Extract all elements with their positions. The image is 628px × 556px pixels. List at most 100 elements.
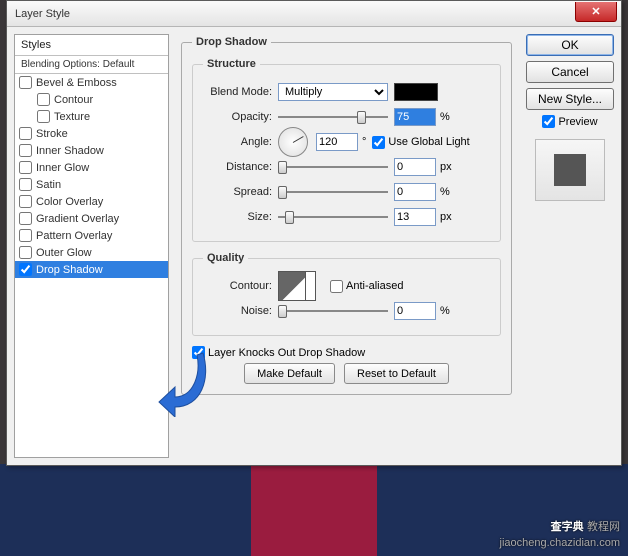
- size-label: Size:: [203, 211, 278, 223]
- reset-default-button[interactable]: Reset to Default: [344, 363, 449, 384]
- preview-thumbnail: [535, 139, 605, 201]
- quality-group: Quality Contour: Anti-aliased Noise:: [192, 252, 501, 336]
- anti-aliased-checkbox[interactable]: [330, 280, 343, 293]
- sidebar-item-checkbox[interactable]: [37, 110, 50, 123]
- blend-mode-row: Blend Mode: Multiply: [203, 81, 490, 103]
- angle-dial[interactable]: [278, 127, 308, 157]
- distance-input[interactable]: [394, 158, 436, 176]
- global-light-check[interactable]: Use Global Light: [372, 136, 469, 149]
- cancel-button[interactable]: Cancel: [526, 61, 614, 83]
- sidebar-item-label: Inner Shadow: [36, 145, 104, 157]
- close-button[interactable]: ✕: [575, 2, 617, 22]
- sidebar-item-label: Contour: [54, 94, 93, 106]
- sidebar-item-checkbox[interactable]: [19, 76, 32, 89]
- distance-slider[interactable]: [278, 159, 388, 175]
- size-input[interactable]: [394, 208, 436, 226]
- blend-mode-select[interactable]: Multiply: [278, 83, 388, 101]
- opacity-unit: %: [440, 111, 450, 123]
- knockout-label: Layer Knocks Out Drop Shadow: [208, 347, 365, 359]
- opacity-label: Opacity:: [203, 111, 278, 123]
- anti-aliased-check[interactable]: Anti-aliased: [330, 280, 403, 293]
- sidebar-item-label: Pattern Overlay: [36, 230, 112, 242]
- sidebar-item-label: Stroke: [36, 128, 68, 140]
- spread-label: Spread:: [203, 186, 278, 198]
- global-light-label: Use Global Light: [388, 136, 469, 148]
- sidebar-item-checkbox[interactable]: [19, 178, 32, 191]
- opacity-input[interactable]: [394, 108, 436, 126]
- sidebar-item-label: Inner Glow: [36, 162, 89, 174]
- sidebar-item-drop-shadow[interactable]: Drop Shadow: [15, 261, 168, 278]
- sidebar-item-checkbox[interactable]: [37, 93, 50, 106]
- knockout-checkbox[interactable]: [192, 346, 205, 359]
- sidebar-item-pattern-overlay[interactable]: Pattern Overlay: [15, 227, 168, 244]
- contour-picker[interactable]: [278, 271, 316, 301]
- sidebar-item-label: Satin: [36, 179, 61, 191]
- ok-button[interactable]: OK: [526, 34, 614, 56]
- spread-slider[interactable]: [278, 184, 388, 200]
- sidebar-header[interactable]: Styles: [15, 35, 168, 56]
- new-style-button[interactable]: New Style...: [526, 88, 614, 110]
- layer-style-dialog: Layer Style ✕ Styles Blending Options: D…: [6, 0, 622, 466]
- sidebar-item-stroke[interactable]: Stroke: [15, 125, 168, 142]
- preview-check[interactable]: Preview: [542, 115, 597, 128]
- sidebar-item-checkbox[interactable]: [19, 195, 32, 208]
- sidebar-item-inner-glow[interactable]: Inner Glow: [15, 159, 168, 176]
- sidebar-item-label: Color Overlay: [36, 196, 103, 208]
- sidebar-item-outer-glow[interactable]: Outer Glow: [15, 244, 168, 261]
- noise-unit: %: [440, 305, 450, 317]
- structure-legend: Structure: [203, 58, 260, 70]
- spread-unit: %: [440, 186, 450, 198]
- sidebar-item-label: Texture: [54, 111, 90, 123]
- settings-panel: Drop Shadow Structure Blend Mode: Multip…: [169, 34, 518, 458]
- global-light-checkbox[interactable]: [372, 136, 385, 149]
- make-default-button[interactable]: Make Default: [244, 363, 335, 384]
- sidebar-item-color-overlay[interactable]: Color Overlay: [15, 193, 168, 210]
- title-bar[interactable]: Layer Style ✕: [7, 1, 621, 27]
- window-title: Layer Style: [15, 8, 70, 20]
- contour-label: Contour:: [203, 280, 278, 292]
- angle-label: Angle:: [203, 136, 278, 148]
- quality-legend: Quality: [203, 252, 248, 264]
- blending-options-row[interactable]: Blending Options: Default: [15, 56, 168, 74]
- sidebar-item-label: Outer Glow: [36, 247, 92, 259]
- distance-unit: px: [440, 161, 452, 173]
- noise-input[interactable]: [394, 302, 436, 320]
- panel-title: Drop Shadow: [192, 36, 271, 48]
- noise-slider[interactable]: [278, 303, 388, 319]
- blend-mode-label: Blend Mode:: [203, 86, 278, 98]
- sidebar-item-label: Drop Shadow: [36, 264, 103, 276]
- sidebar-item-checkbox[interactable]: [19, 161, 32, 174]
- sidebar-item-checkbox[interactable]: [19, 246, 32, 259]
- sidebar-item-bevel-emboss[interactable]: Bevel & Emboss: [15, 74, 168, 91]
- styles-sidebar: Styles Blending Options: Default Bevel &…: [14, 34, 169, 458]
- sidebar-item-checkbox[interactable]: [19, 229, 32, 242]
- structure-group: Structure Blend Mode: Multiply Opacity: …: [192, 58, 501, 242]
- size-slider[interactable]: [278, 209, 388, 225]
- shadow-color-swatch[interactable]: [394, 83, 438, 101]
- sidebar-item-texture[interactable]: Texture: [15, 108, 168, 125]
- knockout-check[interactable]: Layer Knocks Out Drop Shadow: [192, 346, 501, 359]
- distance-label: Distance:: [203, 161, 278, 173]
- close-icon: ✕: [591, 5, 600, 18]
- preview-label: Preview: [558, 116, 597, 128]
- sidebar-item-satin[interactable]: Satin: [15, 176, 168, 193]
- drop-shadow-group: Drop Shadow Structure Blend Mode: Multip…: [181, 36, 512, 395]
- anti-aliased-label: Anti-aliased: [346, 280, 403, 292]
- preview-checkbox[interactable]: [542, 115, 555, 128]
- sidebar-item-gradient-overlay[interactable]: Gradient Overlay: [15, 210, 168, 227]
- dialog-buttons: OK Cancel New Style... Preview: [518, 34, 614, 458]
- opacity-slider[interactable]: [278, 109, 388, 125]
- sidebar-item-checkbox[interactable]: [19, 127, 32, 140]
- sidebar-item-checkbox[interactable]: [19, 263, 32, 276]
- sidebar-item-inner-shadow[interactable]: Inner Shadow: [15, 142, 168, 159]
- angle-input[interactable]: [316, 133, 358, 151]
- spread-input[interactable]: [394, 183, 436, 201]
- sidebar-item-checkbox[interactable]: [19, 144, 32, 157]
- sidebar-item-checkbox[interactable]: [19, 212, 32, 225]
- noise-label: Noise:: [203, 305, 278, 317]
- watermark: 查字典 教程网 jiaocheng.chazidian.com: [500, 516, 620, 550]
- angle-unit: °: [362, 136, 366, 148]
- sidebar-item-label: Gradient Overlay: [36, 213, 119, 225]
- sidebar-item-label: Bevel & Emboss: [36, 77, 117, 89]
- sidebar-item-contour[interactable]: Contour: [15, 91, 168, 108]
